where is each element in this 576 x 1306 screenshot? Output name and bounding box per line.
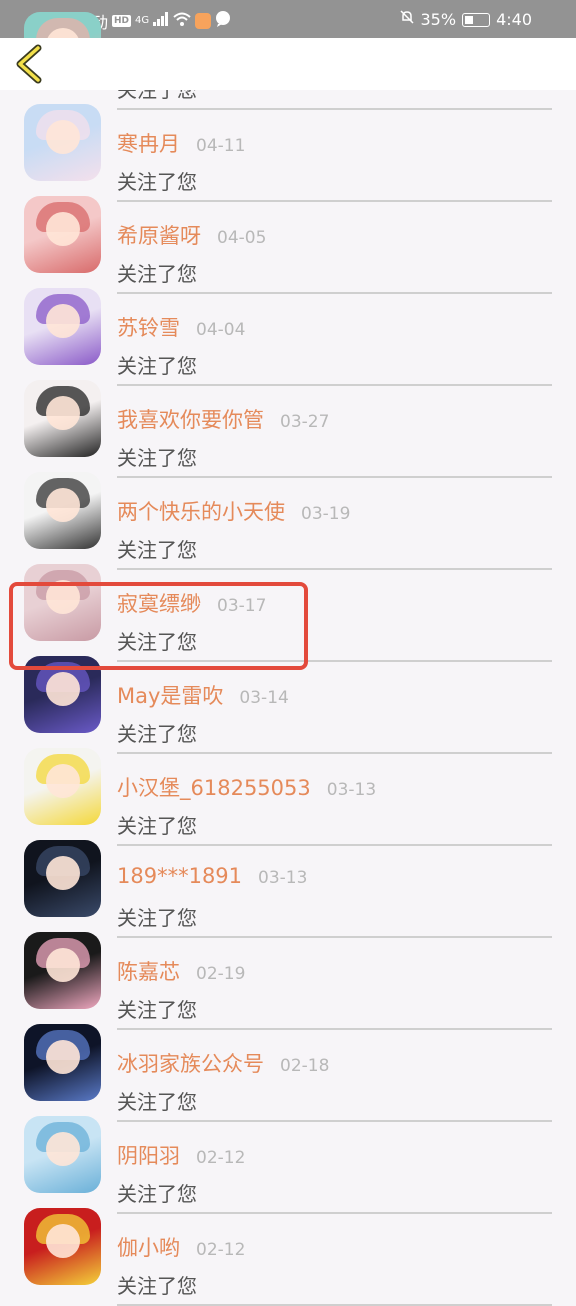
name-line: 苏铃雪 04-04 xyxy=(117,312,245,342)
user-name[interactable]: 阴阳羽 xyxy=(117,1140,180,1170)
user-name[interactable]: 我喜欢你要你管 xyxy=(117,404,264,434)
follow-date: 04-05 xyxy=(217,228,267,248)
name-line: 寒冉月 04-11 xyxy=(117,128,245,158)
user-name[interactable]: 希原酱呀 xyxy=(117,220,201,250)
user-name[interactable]: 小汉堡_618255053 xyxy=(117,772,311,802)
avatar-face-shape xyxy=(46,672,80,706)
follow-date: 02-12 xyxy=(196,1240,246,1260)
avatar[interactable] xyxy=(24,196,101,273)
list-item[interactable]: 苏铃雪 04-04 关注了您 xyxy=(0,276,576,386)
user-name[interactable]: 两个快乐的小天使 xyxy=(117,496,285,526)
follow-date: 03-13 xyxy=(258,868,308,888)
name-line: 冰羽家族公众号 02-18 xyxy=(117,1048,329,1078)
name-line: 小汉堡_618255053 03-13 xyxy=(117,772,376,802)
list-item[interactable]: 希原酱呀 04-05 关注了您 xyxy=(0,184,576,294)
avatar[interactable] xyxy=(24,840,101,917)
avatar[interactable] xyxy=(24,1024,101,1101)
name-line: 伽小哟 02-12 xyxy=(117,1232,245,1262)
avatar-face-shape xyxy=(46,1040,80,1074)
name-line: 189***1891 03-13 xyxy=(117,864,307,888)
name-line: May是雷吹 03-14 xyxy=(117,680,289,710)
avatar-face-shape xyxy=(46,120,80,154)
user-name[interactable]: 冰羽家族公众号 xyxy=(117,1048,264,1078)
user-name[interactable]: 寒冉月 xyxy=(117,128,180,158)
follow-date: 03-19 xyxy=(301,504,351,524)
avatar[interactable] xyxy=(24,104,101,181)
avatar-face-shape xyxy=(46,488,80,522)
avatar-face-shape xyxy=(46,1224,80,1258)
avatar-face-shape xyxy=(46,212,80,246)
list-item[interactable]: 冰羽家族公众号 02-18 关注了您 xyxy=(0,1012,576,1122)
avatar-face-shape xyxy=(46,396,80,430)
name-line: 陈嘉芯 02-19 xyxy=(117,956,245,986)
follow-date: 04-04 xyxy=(196,320,246,340)
follow-date: 04-11 xyxy=(196,136,246,156)
avatar[interactable] xyxy=(24,288,101,365)
user-name[interactable]: 苏铃雪 xyxy=(117,312,180,342)
user-name[interactable]: 陈嘉芯 xyxy=(117,956,180,986)
list-item[interactable]: 小汉堡_618255053 03-13 关注了您 xyxy=(0,736,576,846)
list-item[interactable]: 阴阳羽 02-12 关注了您 xyxy=(0,1104,576,1214)
follow-action-text: 关注了您 xyxy=(117,1274,197,1298)
back-button[interactable] xyxy=(12,44,46,84)
top-bar xyxy=(0,38,576,90)
name-line: 我喜欢你要你管 03-27 xyxy=(117,404,329,434)
chevron-left-icon xyxy=(16,44,42,84)
avatar[interactable] xyxy=(24,748,101,825)
avatar-face-shape xyxy=(46,1132,80,1166)
follow-date: 03-27 xyxy=(280,412,330,432)
follow-date: 02-18 xyxy=(280,1056,330,1076)
highlight-box xyxy=(9,582,308,670)
follow-date: 03-13 xyxy=(326,780,377,800)
list-item[interactable]: 两个快乐的小天使 03-19 关注了您 xyxy=(0,460,576,570)
avatar[interactable] xyxy=(24,932,101,1009)
follow-date: 02-19 xyxy=(196,964,246,984)
name-line: 阴阳羽 02-12 xyxy=(117,1140,245,1170)
avatar-face-shape xyxy=(46,856,80,890)
name-line: 两个快乐的小天使 03-19 xyxy=(117,496,350,526)
avatar-face-shape xyxy=(46,948,80,982)
list-item[interactable]: 伽小哟 02-12 关注了您 xyxy=(0,1196,576,1306)
name-line: 希原酱呀 04-05 xyxy=(117,220,266,250)
list-item[interactable]: 寒冉月 04-11 关注了您 xyxy=(0,92,576,202)
avatar-face-shape xyxy=(46,304,80,338)
user-name[interactable]: 伽小哟 xyxy=(117,1232,180,1262)
avatar[interactable] xyxy=(24,1116,101,1193)
avatar[interactable] xyxy=(24,1208,101,1285)
list-item[interactable]: 189***1891 03-13 关注了您 xyxy=(0,828,576,938)
user-name[interactable]: 189***1891 xyxy=(117,864,242,888)
avatar-face-shape xyxy=(46,764,80,798)
avatar[interactable] xyxy=(24,380,101,457)
row-divider xyxy=(117,1304,552,1306)
avatar[interactable] xyxy=(24,472,101,549)
follow-date: 03-14 xyxy=(239,688,289,708)
user-name[interactable]: May是雷吹 xyxy=(117,680,223,710)
follow-date: 02-12 xyxy=(196,1148,246,1168)
list-item[interactable]: 我喜欢你要你管 03-27 关注了您 xyxy=(0,368,576,478)
list-item[interactable]: 陈嘉芯 02-19 关注了您 xyxy=(0,920,576,1030)
